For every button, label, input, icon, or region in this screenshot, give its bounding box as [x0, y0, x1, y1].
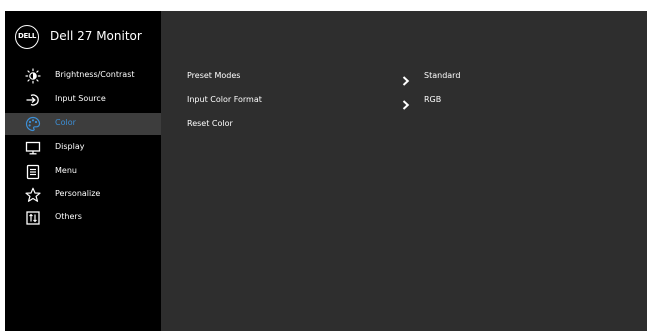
preset-modes-row[interactable]: Preset Modes Standard — [187, 71, 487, 86]
dell-logo: DELL — [15, 25, 39, 49]
input-color-format-label: Input Color Format — [187, 95, 262, 104]
reset-color-row[interactable]: Reset Color — [187, 119, 487, 133]
display-icon — [25, 140, 41, 156]
others-icon — [25, 210, 41, 226]
sidebar-item-label: Display — [55, 142, 85, 151]
reset-color-label: Reset Color — [187, 119, 233, 128]
sidebar-item-label: Brightness/Contrast — [55, 70, 135, 79]
chevron-right-icon — [402, 71, 410, 86]
color-palette-icon — [25, 116, 41, 132]
sidebar-item-color[interactable]: Color — [5, 113, 161, 135]
preset-modes-value: Standard — [424, 71, 461, 80]
input-source-icon — [25, 92, 41, 108]
brightness-icon — [25, 68, 41, 84]
osd-header: DELL Dell 27 Monitor — [5, 11, 161, 61]
sidebar-item-menu[interactable]: Menu — [5, 161, 161, 183]
input-color-format-value: RGB — [424, 95, 442, 104]
sidebar-item-label: Others — [55, 212, 82, 221]
input-color-format-row[interactable]: Input Color Format RGB — [187, 95, 487, 110]
preset-modes-label: Preset Modes — [187, 71, 241, 80]
sidebar-item-display[interactable]: Display — [5, 137, 161, 159]
menu-icon — [25, 164, 41, 180]
star-icon — [25, 187, 41, 203]
sidebar: DELL Dell 27 Monitor Brightness/Contrast… — [5, 11, 161, 331]
monitor-osd: DELL Dell 27 Monitor Brightness/Contrast… — [5, 11, 647, 331]
chevron-right-icon — [402, 95, 410, 110]
sidebar-item-others[interactable]: Others — [5, 207, 161, 229]
sidebar-item-personalize[interactable]: Personalize — [5, 184, 161, 206]
monitor-title: Dell 27 Monitor — [50, 29, 142, 43]
sidebar-item-label: Personalize — [55, 189, 101, 198]
sidebar-item-label: Menu — [55, 166, 77, 175]
sidebar-item-label: Color — [55, 118, 76, 127]
sidebar-item-brightness-contrast[interactable]: Brightness/Contrast — [5, 65, 161, 87]
sidebar-item-input-source[interactable]: Input Source — [5, 89, 161, 111]
sidebar-item-label: Input Source — [55, 94, 106, 103]
